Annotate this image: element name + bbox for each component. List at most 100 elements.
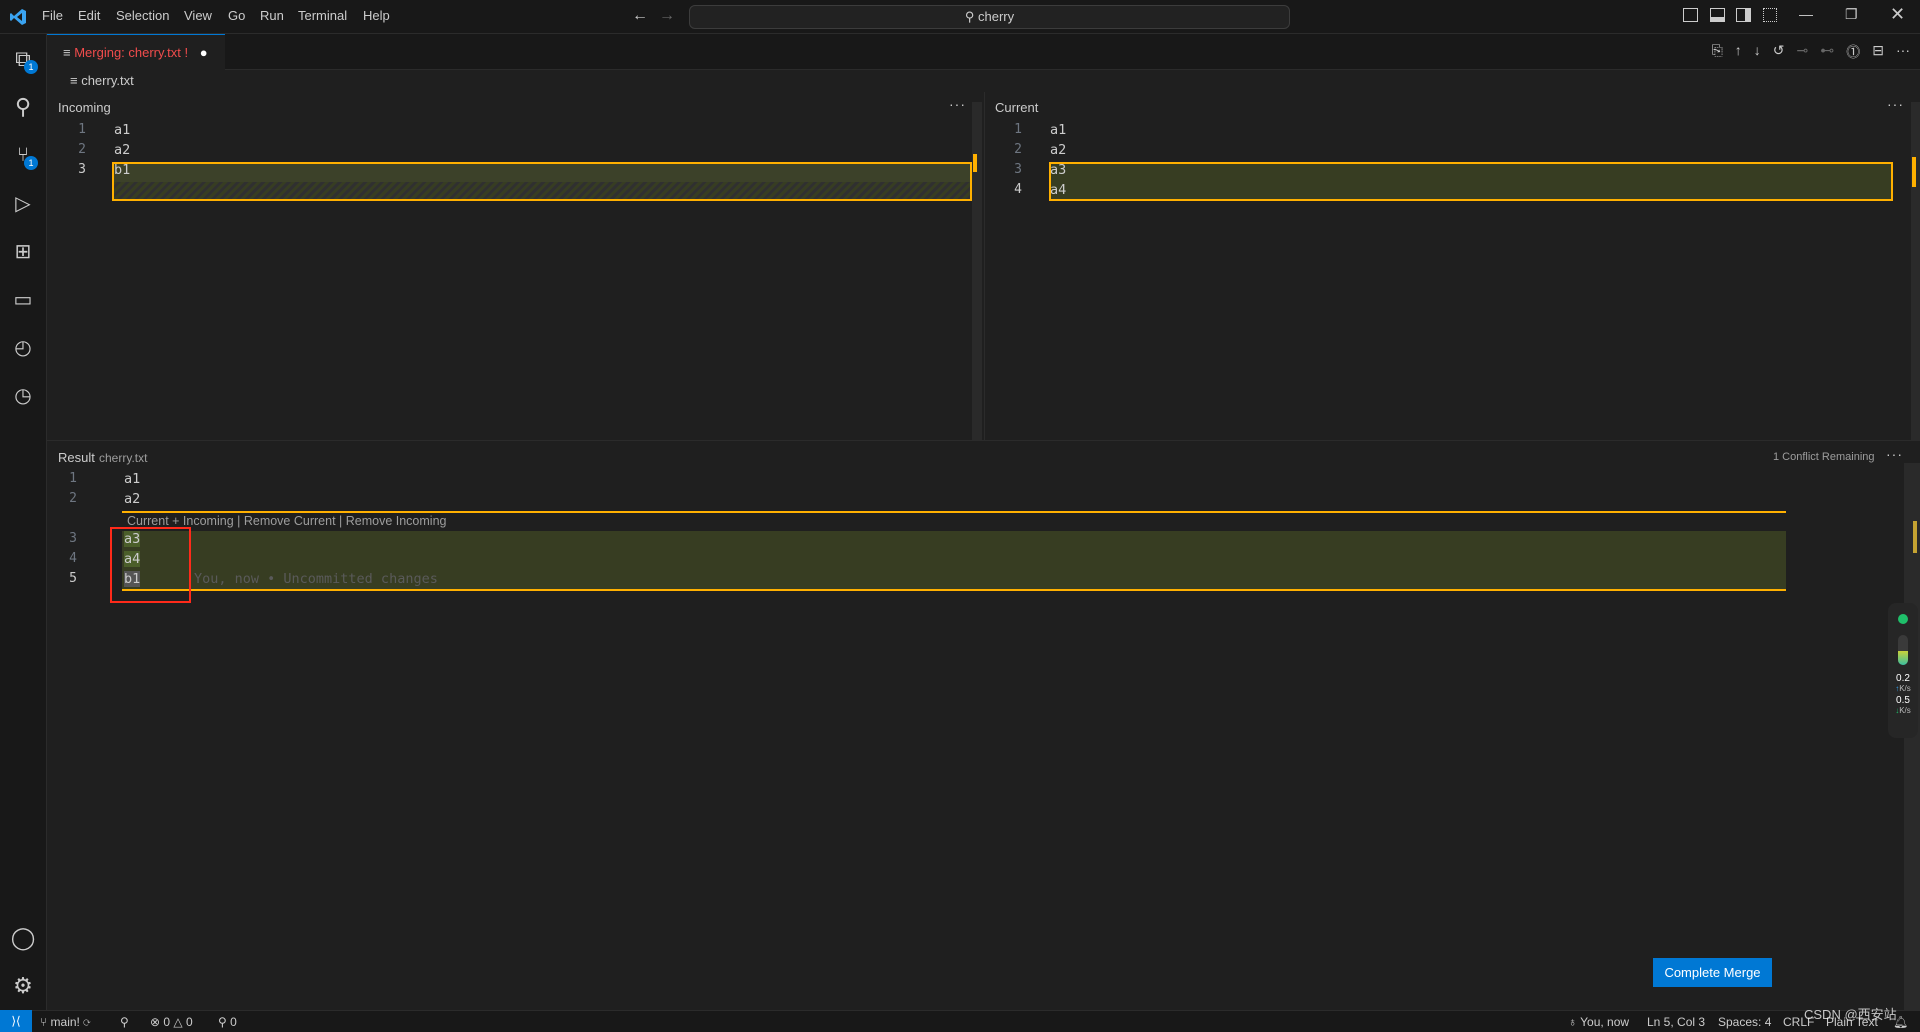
current-more-icon[interactable]: ··· — [1887, 96, 1904, 112]
line-number: 1 — [78, 122, 86, 137]
unsaved-dot-icon[interactable]: ● — [200, 45, 208, 60]
inline-blame: You, now • Uncommitted changes — [194, 571, 438, 587]
unit: K/s — [1899, 706, 1911, 715]
line-number: 1 — [69, 471, 77, 486]
menu-go[interactable]: Go — [228, 8, 245, 23]
forward-arrow-icon[interactable]: → — [659, 7, 675, 25]
menu-edit[interactable]: Edit — [78, 8, 100, 23]
watermark: CSDN @西安站 — [1804, 1007, 1897, 1022]
result-more-icon[interactable]: ··· — [1886, 446, 1903, 462]
next-change-icon[interactable]: ⊷ — [1820, 42, 1834, 62]
line-number: 4 — [1014, 182, 1022, 197]
current-pane: Current ··· — [984, 92, 1920, 440]
ports-status[interactable]: ⚲ 0 — [218, 1015, 237, 1029]
breadcrumb[interactable]: ≡ cherry.txt — [70, 73, 134, 88]
search-icon[interactable]: ⚲ — [8, 92, 38, 122]
toggle-panel-icon[interactable] — [1710, 8, 1725, 22]
menu-view[interactable]: View — [184, 8, 212, 23]
result-title: Result — [58, 450, 95, 465]
cursor-position[interactable]: Ln 5, Col 3 — [1647, 1015, 1705, 1029]
result-pane: Result cherry.txt 1 Conflict Remaining ·… — [47, 440, 1920, 1011]
code-line[interactable]: a2 — [1050, 142, 1066, 158]
back-arrow-icon[interactable]: ← — [632, 7, 648, 25]
close-window-icon[interactable]: ✕ — [1890, 4, 1905, 25]
status-bar: ⟩⟨ ⑂ main! ⟳ ⚲ ⊗ 0 △ 0 ⚲ 0 ♁ You, now Ln… — [0, 1010, 1920, 1032]
line-number: 2 — [1014, 142, 1022, 157]
conflict-codelens[interactable]: Current + Incoming | Remove Current | Re… — [127, 514, 446, 528]
download-speed: 0.5 — [1896, 695, 1910, 706]
explorer-icon[interactable]: ⧉ 1 — [8, 44, 38, 74]
current-scrollbar[interactable] — [1911, 102, 1920, 440]
run-debug-icon[interactable]: ▷ — [8, 188, 38, 218]
minimize-icon[interactable]: — — [1799, 6, 1813, 22]
code-line[interactable]: a1 — [114, 122, 130, 138]
code-line[interactable]: a3 — [1050, 162, 1066, 178]
previous-conflict-icon[interactable]: ↑ — [1735, 42, 1742, 62]
tab-modified-marker: ! — [184, 45, 189, 60]
current-conflict-region — [1049, 162, 1893, 201]
next-conflict-icon[interactable]: ↓ — [1754, 42, 1761, 62]
git-compare-icon[interactable]: ⓵ — [1846, 42, 1860, 62]
source-control-badge: 1 — [24, 156, 38, 170]
code-line[interactable]: a4 — [1050, 182, 1066, 198]
command-center-search[interactable]: ⚲ cherry — [689, 5, 1290, 29]
account-icon[interactable]: ◯ — [8, 923, 38, 953]
remote-icon[interactable]: ⟩⟨ — [0, 1010, 32, 1032]
incoming-scrollbar[interactable] — [972, 102, 982, 440]
menu-run[interactable]: Run — [260, 8, 284, 23]
open-file-icon[interactable]: ⎘ — [1712, 42, 1723, 62]
line-number: 1 — [1014, 122, 1022, 137]
menu-file[interactable]: File — [42, 8, 63, 23]
warning-count: 0 — [185, 1015, 193, 1029]
explorer-badge: 1 — [24, 60, 38, 74]
customize-layout-icon[interactable] — [1763, 8, 1777, 22]
tab-title: Merging: cherry.txt — [74, 45, 181, 60]
line-number: 3 — [78, 162, 86, 177]
git-history-icon[interactable]: ◷ — [8, 380, 38, 410]
revert-icon[interactable]: ↺ — [1773, 42, 1785, 62]
more-actions-icon[interactable]: ··· — [1896, 42, 1910, 62]
problems-status[interactable]: ⊗ 0 △ 0 — [150, 1015, 193, 1029]
previous-change-icon[interactable]: ⊸ — [1797, 42, 1809, 62]
blame-status[interactable]: ♁ You, now — [1568, 1015, 1629, 1029]
restore-icon[interactable]: ❐ — [1845, 6, 1858, 23]
incoming-more-icon[interactable]: ··· — [949, 96, 966, 112]
source-control-icon[interactable]: ⑂ 1 — [8, 140, 38, 170]
menu-selection[interactable]: Selection — [116, 8, 169, 23]
branch-name: main! — [50, 1015, 80, 1029]
git-graph-icon[interactable]: ◴ — [8, 332, 38, 362]
code-line[interactable]: a2 — [114, 142, 130, 158]
branch-status[interactable]: ⑂ main! ⟳ — [40, 1015, 90, 1029]
code-line[interactable]: a1 — [124, 471, 140, 487]
complete-merge-button[interactable]: Complete Merge — [1653, 958, 1772, 987]
remote-explorer-icon[interactable]: ▭ — [8, 284, 38, 314]
incoming-pane: Incoming ··· — [47, 92, 983, 440]
tab-merging-cherry[interactable]: ≡ Merging: cherry.txt ! ● — [47, 34, 225, 70]
tab-bar: ≡ Merging: cherry.txt ! ● ⎘ ↑ ↓ ↺ ⊸ ⊷ ⓵ … — [47, 34, 1920, 70]
file-icon: ≡ — [70, 73, 82, 88]
split-layout-icon[interactable]: ⊟ — [1872, 42, 1884, 62]
toggle-primary-sidebar-icon[interactable] — [1683, 8, 1698, 22]
settings-gear-icon[interactable]: ⚙ — [8, 971, 38, 1001]
toggle-secondary-sidebar-icon[interactable] — [1736, 8, 1751, 22]
line-number: 4 — [69, 551, 77, 566]
vscode-logo-icon — [10, 9, 26, 25]
extensions-icon[interactable]: ⊞ — [8, 236, 38, 266]
activity-bar: ⧉ 1 ⚲ ⑂ 1 ▷ ⊞ ▭ ◴ ◷ ◯ ⚙ — [0, 34, 47, 1010]
menu-terminal[interactable]: Terminal — [298, 8, 347, 23]
indentation[interactable]: Spaces: 4 — [1718, 1015, 1771, 1029]
search-value: cherry — [978, 9, 1015, 24]
blame-text: You, now — [1580, 1015, 1630, 1029]
git-graph-status-icon[interactable]: ⚲ — [120, 1015, 129, 1029]
code-line[interactable]: a1 — [1050, 122, 1066, 138]
code-line[interactable]: a2 — [124, 491, 140, 507]
code-line[interactable]: b1 — [114, 162, 130, 178]
port-count: 0 — [230, 1015, 237, 1029]
menu-help[interactable]: Help — [363, 8, 390, 23]
result-file: cherry.txt — [99, 451, 148, 465]
search-icon: ⚲ — [964, 9, 978, 24]
unit: K/s — [1899, 684, 1911, 693]
status-dot-icon — [1898, 614, 1908, 624]
breadcrumb-file: cherry.txt — [81, 73, 134, 88]
line-number: 5 — [69, 571, 77, 586]
